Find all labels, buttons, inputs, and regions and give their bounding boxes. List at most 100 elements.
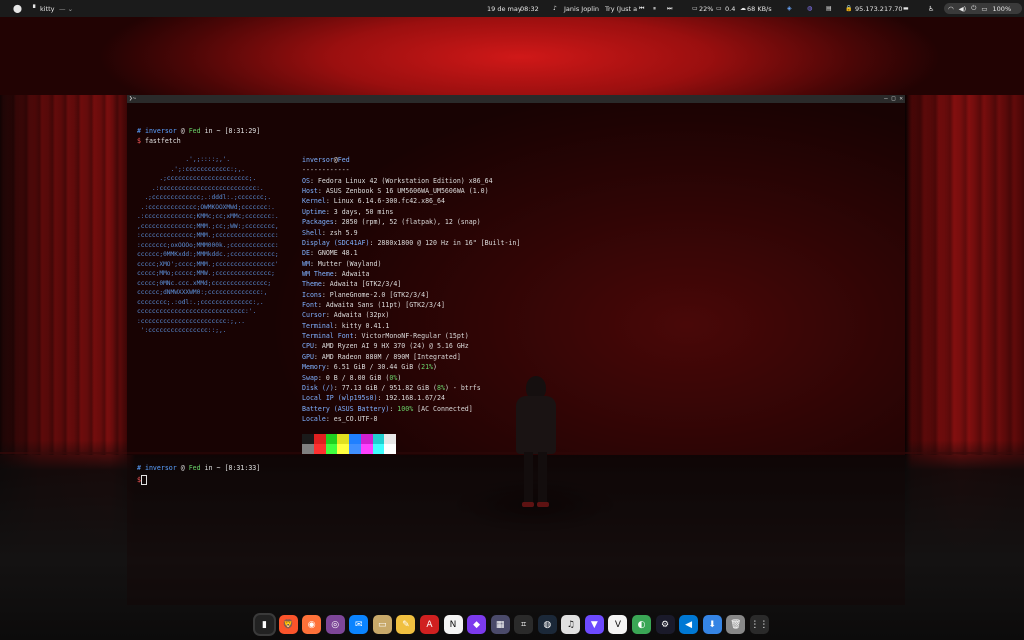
logo-line: .';:cccccccccccc:;,. — [137, 165, 246, 173]
public-ip[interactable]: 95.173.217.70 — [855, 0, 903, 17]
command-line-2[interactable]: $ — [137, 475, 147, 485]
settings-icon: ⚙ — [661, 619, 670, 630]
info-row: Locale: es_CO.UTF-8 — [302, 414, 520, 424]
dock-brave[interactable]: 🦁 — [278, 615, 298, 634]
maximize-icon[interactable]: □ — [892, 95, 896, 103]
info-row: GPU: AMD Radeon 880M / 890M [Integrated] — [302, 352, 520, 362]
info-label: Disk (/) — [302, 383, 334, 392]
terminal-body[interactable]: # inversor @ Fed in ~ [8:31:29] $ fastfe… — [127, 103, 905, 605]
dock-steam[interactable]: ◍ — [537, 615, 557, 634]
info-label: CPU — [302, 342, 314, 351]
dock-pdf-viewer[interactable]: A — [419, 615, 439, 634]
dock-calculator[interactable]: ▦ — [490, 615, 510, 634]
color-palette — [302, 434, 396, 454]
info-percent: 8% — [436, 383, 445, 392]
info-row: Display (SDC41AF): 2880x1800 @ 120 Hz in… — [302, 238, 520, 248]
dock-proton-vpn[interactable]: ▼ — [584, 615, 604, 634]
proton-icon[interactable]: ◍ — [807, 0, 812, 17]
info-value: : Adwaita [GTK2/3/4] — [321, 280, 402, 289]
network-speed[interactable]: 68 KB/s — [747, 0, 772, 17]
system-status-pill[interactable]: ◠ ◀) ⏻ ▭ 100% — [944, 3, 1022, 14]
palette-swatch — [313, 444, 326, 454]
dock-music[interactable]: ♫ — [561, 615, 581, 634]
wallpaper-left-wall — [0, 95, 127, 455]
info-value: : 2880x1800 @ 120 Hz in 16" [Built-in] — [369, 238, 521, 247]
info-value: : PlaneGnome-2.0 [GTK2/3/4] — [321, 290, 430, 299]
dock-files[interactable]: ▭ — [372, 615, 392, 634]
media-next-icon[interactable]: ⏭ — [667, 0, 672, 17]
info-row: Font: Adwaita Sans (11pt) [GTK2/3/4] — [302, 300, 520, 310]
calculator-icon: ▦ — [495, 619, 505, 630]
logo-line: .;ccccccccccccc;.:dddl:.;ccccccc;. — [137, 194, 272, 201]
kitty-terminal-window[interactable]: ❯~ – □ ✕ # inversor @ Fed in ~ [8:31:29]… — [127, 95, 905, 605]
wifi-icon: ◠ — [948, 4, 954, 13]
close-icon[interactable]: ✕ — [899, 95, 903, 103]
info-value: : 192.168.1.67/24 — [377, 394, 445, 403]
palette-swatch — [349, 444, 361, 454]
battery-percent-left[interactable]: 22% — [699, 0, 713, 17]
fedora-menu-icon[interactable]: ⬤ — [13, 0, 22, 17]
media-artist[interactable]: Janis Joplin — [564, 0, 599, 17]
dock-obsidian[interactable]: ◆ — [467, 615, 487, 634]
minimize-icon[interactable]: – — [884, 95, 888, 103]
logo-line: ccccc;0MNc.ccc.xMMd;ccccccccccccccc; — [137, 279, 272, 287]
dock-settings[interactable]: ⚙ — [655, 615, 675, 634]
cpu-load[interactable]: 0.4 — [725, 0, 735, 17]
dock-thunderbird[interactable]: ✉ — [349, 615, 369, 634]
clock-time[interactable]: 08:32 — [520, 0, 539, 17]
logo-line: .:ccccccccccccc;OWMKOOXMWd;ccccccc:. — [137, 203, 275, 211]
info-value: : Adwaita — [333, 269, 370, 278]
dock-notion[interactable]: N — [443, 615, 463, 634]
info-row: Uptime: 3 days, 50 mins — [302, 207, 520, 217]
dock-vim[interactable]: V — [608, 615, 628, 634]
palette-swatch — [337, 434, 349, 444]
dock-vscode[interactable]: ◀ — [679, 615, 699, 634]
info-label: Font — [302, 301, 318, 310]
software-icon: ⬇ — [708, 619, 716, 630]
clipboard-icon[interactable]: ▤ — [826, 0, 832, 17]
palette-swatch — [337, 444, 349, 454]
power-icon: ⏻ — [971, 4, 977, 12]
info-value: : ASUS Zenbook S 16 UM5606WA_UM5606WA (1… — [317, 187, 489, 196]
info-value: : Adwaita Sans (11pt) [GTK2/3/4] — [317, 301, 445, 310]
info-value: : Fedora Linux 42 (Workstation Edition) … — [309, 176, 493, 185]
info-row: OS: Fedora Linux 42 (Workstation Edition… — [302, 176, 520, 186]
dock-software[interactable]: ⬇ — [702, 615, 722, 634]
dock-tor-browser[interactable]: ◎ — [325, 615, 345, 634]
dock-screenshot[interactable]: ⌗ — [514, 615, 534, 634]
info-label: Memory — [302, 363, 326, 372]
info-percent: 21% — [421, 363, 434, 372]
info-row: WM: Mutter (Wayland) — [302, 259, 520, 269]
prompt-line-2: # inversor @ Fed in ~ [8:31:33] — [137, 464, 261, 472]
dock-maps[interactable]: ◐ — [632, 615, 651, 634]
terminal-titlebar[interactable]: ❯~ – □ ✕ — [127, 95, 905, 103]
info-value: : AMD Radeon 880M / 890M [Integrated] — [313, 352, 461, 361]
info-label: DE — [302, 249, 310, 258]
info-row: Local IP (wlp195s0): 192.168.1.67/24 — [302, 393, 520, 403]
info-label: Theme — [302, 280, 322, 289]
dock-terminal[interactable]: ▮ — [255, 615, 274, 634]
fedora-ascii-logo: .',;::::;,'. .';:cccccccccccc:;,. .;cccc… — [137, 155, 279, 336]
dock-text-editor[interactable]: ✎ — [396, 615, 416, 634]
palette-swatch — [349, 434, 361, 444]
clock-date[interactable]: 19 de may — [487, 0, 522, 17]
media-pause-icon[interactable]: ⏸ — [653, 0, 656, 17]
logo-line: ccccc;XMO';cccc;MMM.;cccccccccccccccc' — [137, 260, 279, 268]
separator-line: ------------ — [302, 166, 350, 175]
info-row: Packages: 2850 (rpm), 52 (flatpak), 12 (… — [302, 217, 520, 227]
info-label: Packages — [302, 218, 334, 227]
firefox-icon: ◉ — [307, 619, 316, 630]
vpn-shield-icon[interactable]: ◈ — [787, 0, 792, 17]
dock-app-grid[interactable]: ⋮⋮ — [749, 615, 769, 634]
accessibility-icon[interactable]: ♿ — [928, 0, 934, 17]
active-app-name[interactable]: kitty — [40, 0, 55, 17]
media-title[interactable]: Try (Just a — [605, 0, 637, 17]
battery-monitor-icon: ▭ — [692, 5, 698, 12]
user-host-line: inversor@Fed — [302, 156, 350, 164]
dock-firefox[interactable]: ◉ — [302, 615, 322, 634]
info-label: OS — [302, 176, 310, 185]
dock-trash[interactable]: 🗑 — [726, 615, 746, 634]
logo-line: :ccccccccccccccccccccccc:;,.. — [137, 317, 246, 325]
app-menu-chevron[interactable]: — ⌄ — [59, 0, 73, 17]
media-previous-icon[interactable]: ⏮ — [639, 0, 644, 17]
